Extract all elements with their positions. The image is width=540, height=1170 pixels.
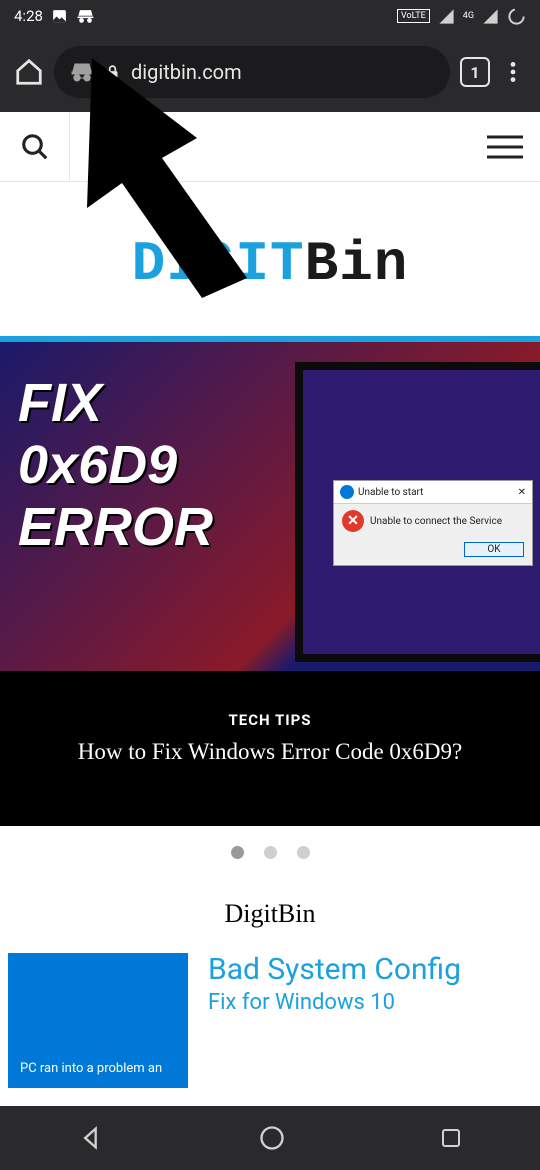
hero-word-1: FIX <box>18 372 213 434</box>
search-button[interactable] <box>0 112 70 181</box>
hamburger-icon <box>485 133 525 161</box>
tab-switcher[interactable]: 1 <box>460 57 490 87</box>
post-title[interactable]: Bad System Config <box>208 953 461 986</box>
post-headline[interactable]: How to Fix Windows Error Code 0x6D9? <box>0 729 540 765</box>
search-icon <box>20 132 50 162</box>
post-subtitle[interactable]: Fix for Windows 10 <box>208 990 461 1015</box>
close-icon: ✕ <box>518 487 526 498</box>
image-icon <box>51 8 68 25</box>
home-nav-icon[interactable] <box>258 1124 286 1152</box>
loading-spinner-icon <box>507 7 526 26</box>
network-badge: 4G <box>463 11 474 21</box>
post-thumbnail: PC ran into a problem an <box>8 953 188 1088</box>
more-menu-icon[interactable] <box>500 59 526 85</box>
hero-word-2: 0x6D9 <box>18 434 213 496</box>
ok-button: OK <box>464 542 524 557</box>
site-logo[interactable]: DIGITBin <box>0 182 540 336</box>
carousel-dots[interactable] <box>0 826 540 899</box>
hero-word-3: ERROR <box>18 496 213 558</box>
post-item[interactable]: PC ran into a problem an Bad System Conf… <box>0 953 540 1088</box>
post-category[interactable]: TECH TIPS <box>0 671 540 729</box>
dot-1[interactable] <box>231 846 244 859</box>
signal-icon <box>438 8 455 25</box>
lock-icon <box>104 63 121 82</box>
malwarebytes-icon <box>340 485 354 499</box>
recent-nav-icon[interactable] <box>439 1126 463 1150</box>
status-time: 4:28 <box>14 7 43 25</box>
dot-3[interactable] <box>297 846 310 859</box>
hero-slide[interactable]: FIX 0x6D9 ERROR Unable to start ✕ ✕ Unab… <box>0 336 540 826</box>
volte-indicator: VoLTE <box>397 9 430 23</box>
incognito-icon <box>70 61 94 83</box>
error-x-icon: ✕ <box>342 510 364 532</box>
menu-button[interactable] <box>470 133 540 161</box>
error-dialog: Unable to start ✕ ✕ Unable to connect th… <box>333 480 533 566</box>
url-text: digitbin.com <box>131 60 242 84</box>
incognito-status-icon <box>76 8 95 25</box>
section-heading: DigitBin <box>0 899 540 929</box>
signal-icon-2 <box>482 8 499 25</box>
back-nav-icon[interactable] <box>77 1124 105 1152</box>
address-bar[interactable]: digitbin.com <box>54 46 450 98</box>
dot-2[interactable] <box>264 846 277 859</box>
home-icon[interactable] <box>14 57 44 87</box>
